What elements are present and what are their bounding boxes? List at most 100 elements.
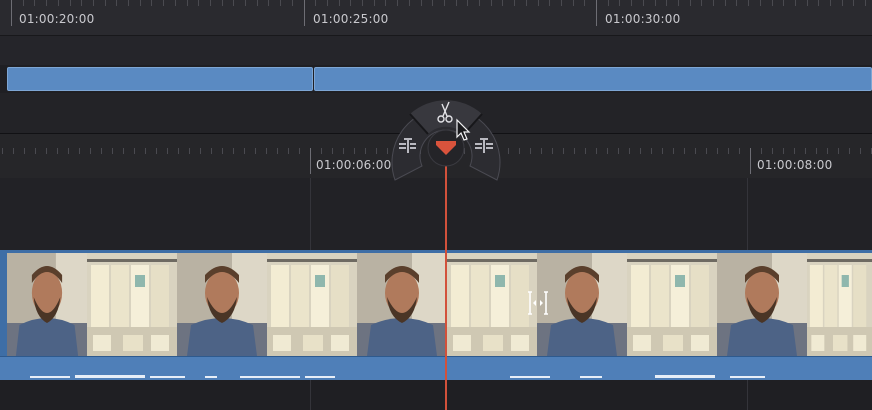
ruler-tick bbox=[443, 0, 445, 6]
empty-audio-track bbox=[0, 380, 872, 410]
ruler-tick bbox=[408, 0, 410, 6]
ruler-tick bbox=[255, 148, 256, 154]
upper-clip-left[interactable] bbox=[7, 67, 313, 91]
ruler-tick bbox=[818, 0, 820, 6]
ruler-tick bbox=[651, 148, 652, 154]
thumbnail-clothes-rack bbox=[627, 253, 717, 356]
ruler-tick bbox=[706, 148, 707, 154]
ruler-tick bbox=[596, 0, 597, 26]
ruler-tick bbox=[365, 148, 366, 154]
ruler-tick bbox=[830, 0, 831, 6]
ruler-tick bbox=[57, 0, 59, 6]
ruler-tick bbox=[750, 148, 751, 174]
ruler-tick bbox=[728, 148, 729, 154]
ruler-tick bbox=[736, 0, 738, 6]
ruler-tick bbox=[432, 0, 434, 6]
ruler-tick bbox=[618, 148, 619, 154]
ruler-tick bbox=[90, 148, 91, 154]
ruler-tick bbox=[853, 0, 855, 6]
ruler-tick bbox=[865, 0, 867, 6]
ruler-tick bbox=[362, 0, 363, 6]
ruler-tick bbox=[677, 0, 679, 6]
ruler-tick bbox=[233, 0, 235, 6]
ruler-tick bbox=[748, 0, 750, 6]
ruler-tick bbox=[397, 0, 399, 6]
ruler-tick bbox=[701, 0, 703, 6]
ruler-tick bbox=[266, 148, 267, 154]
audio-clip[interactable] bbox=[0, 356, 872, 381]
upper-timecode-label: 01:00:20:00 bbox=[19, 12, 95, 26]
thumbnail-clothes-rack bbox=[807, 253, 872, 356]
ruler-tick bbox=[221, 0, 223, 6]
ruler-tick bbox=[13, 148, 14, 154]
ruler-tick bbox=[574, 148, 575, 154]
ruler-tick bbox=[783, 148, 784, 154]
ruler-tick bbox=[684, 148, 685, 154]
ruler-tick bbox=[373, 0, 375, 6]
ruler-tick bbox=[385, 0, 387, 6]
upper-clip-right[interactable] bbox=[314, 67, 872, 91]
ruler-tick bbox=[724, 0, 726, 6]
ruler-tick bbox=[629, 148, 630, 154]
ruler-tick bbox=[713, 0, 714, 6]
upper-timecode-label: 01:00:25:00 bbox=[313, 12, 389, 26]
upper-timecode-ruler[interactable]: 01:00:20:00 01:00:25:00 01:00:30:00 bbox=[0, 0, 872, 36]
ruler-tick bbox=[585, 148, 586, 154]
ruler-tick bbox=[156, 148, 157, 154]
ruler-tick bbox=[673, 148, 674, 154]
ruler-tick bbox=[354, 148, 355, 154]
ruler-tick bbox=[2, 148, 3, 154]
ruler-tick bbox=[827, 148, 828, 154]
ruler-tick bbox=[619, 0, 621, 6]
ruler-tick bbox=[689, 0, 691, 6]
ruler-tick bbox=[174, 0, 176, 6]
ruler-tick bbox=[245, 0, 246, 6]
ruler-tick bbox=[816, 148, 817, 154]
ruler-tick bbox=[128, 0, 129, 6]
ruler-tick bbox=[112, 148, 113, 154]
ruler-tick bbox=[596, 148, 597, 154]
thumbnail-person bbox=[357, 253, 447, 356]
ruler-tick bbox=[134, 148, 135, 154]
ruler-tick bbox=[310, 148, 311, 174]
ruler-tick bbox=[563, 148, 564, 154]
ruler-tick bbox=[189, 148, 190, 154]
ruler-tick bbox=[315, 0, 317, 6]
ruler-tick bbox=[57, 148, 58, 154]
ruler-tick bbox=[92, 0, 94, 6]
grid-line bbox=[310, 380, 311, 410]
ruler-tick bbox=[654, 0, 656, 6]
ruler-tick bbox=[139, 0, 141, 6]
ruler-tick bbox=[163, 0, 165, 6]
ruler-tick bbox=[288, 148, 289, 154]
ruler-tick bbox=[101, 148, 102, 154]
ruler-tick bbox=[11, 0, 12, 26]
thumbnail-clothes-rack bbox=[87, 253, 177, 356]
ruler-tick bbox=[268, 0, 270, 6]
ruler-tick bbox=[455, 0, 457, 6]
ruler-tick bbox=[666, 0, 668, 6]
upper-timecode-label: 01:00:30:00 bbox=[605, 12, 681, 26]
ruler-tick bbox=[244, 148, 245, 154]
ruler-tick bbox=[123, 148, 124, 154]
ruler-tick bbox=[303, 0, 305, 26]
ruler-tick bbox=[537, 0, 539, 6]
ruler-tick bbox=[502, 0, 504, 6]
ruler-tick bbox=[350, 0, 352, 6]
ruler-tick bbox=[321, 148, 322, 154]
ruler-tick bbox=[198, 0, 200, 6]
ruler-tick bbox=[22, 0, 24, 6]
ruler-tick bbox=[607, 148, 608, 154]
ruler-tick bbox=[849, 148, 850, 154]
ruler-tick bbox=[783, 0, 785, 6]
ruler-tick bbox=[299, 148, 300, 154]
grid-line bbox=[310, 178, 311, 250]
ruler-tick bbox=[772, 148, 773, 154]
ruler-tick bbox=[291, 0, 293, 6]
ruler-tick bbox=[717, 148, 718, 154]
ruler-tick bbox=[332, 148, 333, 154]
ruler-tick bbox=[343, 148, 344, 154]
grid-line bbox=[747, 380, 748, 410]
ruler-tick bbox=[662, 148, 663, 154]
ruler-tick bbox=[222, 148, 223, 154]
